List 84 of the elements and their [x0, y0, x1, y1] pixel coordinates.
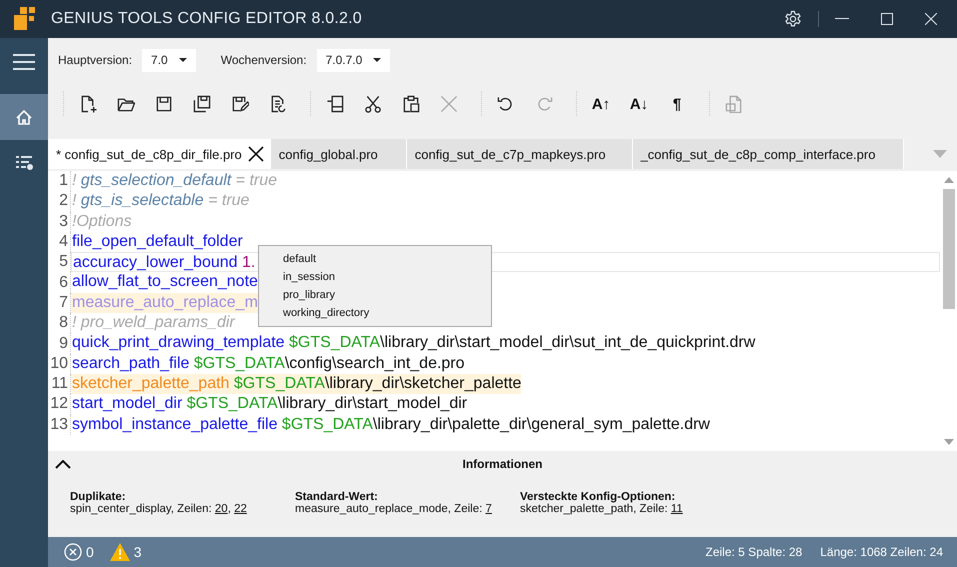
document-length: Länge: 1068 Zeilen: 24 [820, 545, 943, 559]
code-line: !Options [71, 212, 132, 232]
toolbar-button[interactable]: A↑ [586, 89, 616, 119]
copy-icon [326, 95, 344, 113]
line-link[interactable]: 7 [486, 503, 492, 515]
code-line: quick_print_drawing_template $GTS_DATA\library_dir\start_model_dir\sut_int_de_quickprint.drw [71, 333, 756, 354]
save-icon [155, 95, 173, 113]
version-dropdown[interactable]: 7.0 [142, 48, 196, 72]
file-tab[interactable]: _config_sut_de_c8p_comp_interface.pro [632, 139, 904, 169]
toolbar-grip-icon[interactable] [575, 91, 578, 117]
field-label: Hauptversion: [58, 53, 132, 67]
section-heading: Duplikate: [70, 491, 127, 503]
caret-icon [178, 58, 187, 62]
line-number: 1 [48, 171, 71, 192]
toolbar-grip-icon[interactable] [480, 91, 483, 117]
file-compare-icon [269, 95, 287, 113]
code-line: ! pro_weld_params_dir [71, 313, 235, 334]
scrollbar-thumb[interactable] [942, 189, 954, 309]
toolbar-grip-icon[interactable] [309, 91, 312, 117]
suggestion-item[interactable]: pro_library [259, 287, 491, 303]
logo-icon [14, 7, 36, 31]
section-heading: Standard-Wert: [295, 491, 379, 503]
window-title: GENIUS TOOLS CONFIG EDITOR 8.0.2.0 [51, 10, 362, 28]
line-number: 4 [48, 232, 71, 252]
collapse-icon[interactable] [55, 460, 71, 468]
line-link[interactable]: 22 [234, 503, 247, 515]
toolbar-button[interactable]: ¶ [662, 89, 692, 119]
document-icon [725, 95, 743, 113]
info-text: sketcher_palette_path, Zeile: 11 [520, 503, 684, 515]
field-label: Wochenversion: [220, 53, 307, 67]
code-line: allow_flat_to_screen_note [71, 272, 258, 292]
code-line: ! gts_selection_default = true [71, 171, 278, 191]
save-all-icon [193, 95, 211, 113]
line-number: 3 [48, 212, 71, 232]
line-link[interactable]: 20 [214, 503, 228, 515]
toolbar-grip-icon[interactable] [62, 91, 65, 117]
menu-icon [13, 54, 35, 70]
scroll-down-icon[interactable] [944, 439, 954, 445]
close-icon[interactable] [248, 146, 264, 162]
warning-count: 3 [134, 544, 142, 560]
list-settings-icon [16, 155, 32, 171]
toolbar-grip-icon[interactable] [708, 91, 711, 117]
code-line: ! gts_is_selectable = true [71, 191, 250, 212]
line-link[interactable]: 11 [670, 503, 683, 515]
home-icon [16, 110, 32, 124]
line-number: 10 [48, 354, 71, 374]
home-item[interactable] [0, 94, 48, 140]
toolbar-button[interactable]: A↓ [624, 89, 654, 119]
code-line: search_path_file $GTS_DATA\config\search_int_de.pro [71, 354, 465, 374]
info-text: spin_center_display, Zeilen: 20, 22 [70, 503, 248, 515]
line-number: 8 [48, 313, 71, 334]
settings-icon[interactable] [784, 10, 802, 28]
file-tab[interactable]: config_sut_de_c7p_mapkeys.pro [406, 139, 633, 169]
line-number: 5 [48, 252, 71, 272]
warning-icon [110, 543, 130, 561]
line-number: 12 [48, 394, 71, 415]
file-tab[interactable]: config_global.pro [270, 139, 407, 169]
suggestion-item[interactable]: default [259, 251, 491, 267]
cursor-position: Zeile: 5 Spalte: 28 [706, 545, 802, 559]
error-icon [64, 543, 82, 561]
new-file-icon [79, 95, 97, 113]
paste-icon [402, 95, 420, 113]
line-number: 6 [48, 272, 71, 293]
cut-icon [364, 95, 382, 113]
section-heading: Versteckte Konfig-Optionen: [520, 491, 676, 503]
caret-icon [373, 58, 382, 62]
code-line: symbol_instance_palette_file $GTS_DATA\library_dir\palette_dir\general_sym_palette.drw [71, 414, 710, 435]
code-line: file_open_default_folder [71, 232, 243, 252]
suggestion-item[interactable]: working_directory [259, 305, 491, 321]
minimize-icon[interactable] [835, 18, 849, 20]
version-dropdown[interactable]: 7.0.7.0 [316, 48, 390, 72]
error-count: 0 [86, 544, 94, 560]
save-edit-icon [231, 95, 249, 113]
info-text: measure_auto_replace_mode, Zeile: 7 [295, 503, 493, 515]
panel-title: Informationen [462, 457, 544, 471]
line-number: 9 [48, 333, 71, 354]
scroll-up-icon[interactable] [944, 177, 954, 183]
line-number: 13 [48, 414, 71, 435]
code-line: start_model_dir $GTS_DATA\library_dir\start_model_dir [71, 394, 468, 414]
code-editor[interactable] [48, 171, 957, 451]
maximize-icon[interactable] [881, 13, 893, 25]
line-number: 2 [48, 191, 71, 212]
file-tab[interactable]: * config_sut_de_c8p_dir_file.pro [48, 139, 271, 169]
delete-icon [440, 95, 458, 113]
